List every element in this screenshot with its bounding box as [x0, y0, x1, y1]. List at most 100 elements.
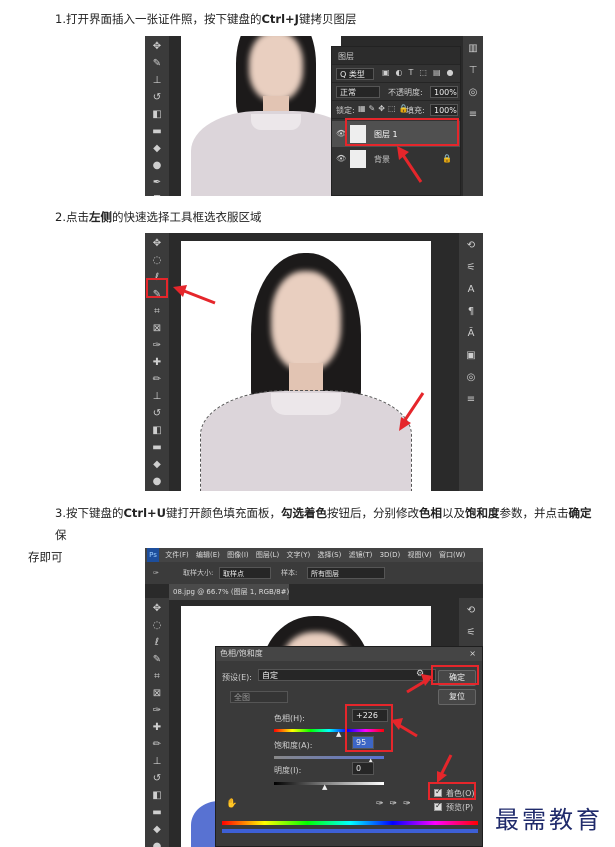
result-spectrum-bar: [222, 829, 478, 833]
artboard-icon[interactable]: ▣: [464, 349, 478, 363]
heal-icon[interactable]: ✚: [150, 356, 164, 370]
lock-icons[interactable]: ▦✎✥⬚🔒: [358, 104, 411, 113]
menu-item[interactable]: 文件(F): [165, 551, 189, 559]
history-brush-icon[interactable]: ↺: [150, 91, 164, 105]
heal-icon[interactable]: ✚: [150, 721, 164, 735]
menu-item[interactable]: 窗口(W): [439, 551, 465, 559]
dodge-icon[interactable]: ●: [150, 840, 164, 847]
highlight-quick-select-tool: [146, 278, 168, 298]
lasso-icon[interactable]: ℓ: [150, 636, 164, 650]
history-brush-icon[interactable]: ↺: [150, 772, 164, 786]
opacity-input[interactable]: 100%: [430, 86, 458, 98]
hue-slider-thumb[interactable]: ▲: [336, 730, 341, 738]
marquee-icon[interactable]: ◌: [150, 619, 164, 633]
lightness-slider-track[interactable]: [274, 782, 384, 785]
stamp-icon[interactable]: ⊥: [150, 390, 164, 404]
arrow-icon: [437, 754, 453, 783]
stamp-icon[interactable]: ⊥: [150, 755, 164, 769]
frame-icon[interactable]: ⊠: [150, 687, 164, 701]
move-icon[interactable]: ✥: [150, 602, 164, 616]
blur-icon[interactable]: ◆: [150, 458, 164, 472]
stamp-icon[interactable]: ⊥: [150, 74, 164, 88]
eyedropper-icon[interactable]: ✑: [150, 704, 164, 718]
gradient-icon[interactable]: ▬: [150, 441, 164, 455]
glyphs-icon[interactable]: Ā: [464, 327, 478, 341]
histogram-icon[interactable]: ▥: [466, 42, 480, 56]
blur-icon[interactable]: ◆: [150, 823, 164, 837]
blend-mode-select[interactable]: 正常: [336, 86, 380, 98]
step-3-b4: 饱和度: [465, 506, 500, 520]
gradient-icon[interactable]: ▬: [150, 125, 164, 139]
brush-icon[interactable]: ✏: [150, 738, 164, 752]
history-icon[interactable]: ⟲: [464, 604, 478, 618]
screenshot-3: Ps 文件(F) 编辑(E) 图像(I) 图层(L) 文字(Y) 选择(S) 滤…: [145, 548, 483, 847]
hand-icon[interactable]: ✋: [226, 799, 237, 809]
brush-icon[interactable]: ✏: [150, 373, 164, 387]
crop-icon[interactable]: ⌗: [150, 305, 164, 319]
history-icon[interactable]: ⟲: [464, 239, 478, 253]
type-icon[interactable]: T: [150, 193, 164, 196]
step-3-b5: 确定: [568, 506, 592, 520]
menu-item[interactable]: 编辑(E): [196, 551, 220, 559]
eraser-icon[interactable]: ◧: [150, 789, 164, 803]
document-tab[interactable]: 08.jpg @ 66.7% (图层 1, RGB/8#) *: [169, 584, 289, 600]
character-icon[interactable]: A: [464, 283, 478, 297]
step-1-post: 键拷贝图层: [298, 12, 357, 26]
preview-label: 预览(P): [446, 803, 474, 812]
dodge-icon[interactable]: ●: [150, 159, 164, 173]
background-layer-name[interactable]: 背景: [374, 154, 390, 165]
preview-checkbox[interactable]: [434, 801, 442, 811]
eyedropper-icons[interactable]: ✑✑✑: [376, 799, 417, 809]
menu-item[interactable]: 图层(L): [256, 551, 279, 559]
channels-icon[interactable]: ≡: [466, 108, 480, 122]
marquee-icon[interactable]: ◌: [150, 254, 164, 268]
crop-icon[interactable]: ⌗: [150, 670, 164, 684]
eyedropper-icon[interactable]: ✑: [153, 562, 159, 584]
arrow-icon: [397, 146, 423, 183]
eyedropper-icon[interactable]: ✑: [150, 339, 164, 353]
lightness-input[interactable]: 0: [352, 762, 374, 775]
properties-icon[interactable]: ⊤: [466, 64, 480, 78]
fill-input[interactable]: 100%: [430, 104, 458, 116]
layer-filter-kind[interactable]: Q 类型: [336, 68, 374, 80]
menu-item[interactable]: 文字(Y): [286, 551, 310, 559]
lightness-slider-thumb[interactable]: ▲: [322, 783, 327, 791]
sample-select[interactable]: 所有图层: [307, 567, 385, 579]
menu-item[interactable]: 视图(V): [408, 551, 432, 559]
quick-selection-icon[interactable]: ✎: [150, 653, 164, 667]
dodge-icon[interactable]: ●: [150, 475, 164, 489]
menu-item[interactable]: 图像(I): [227, 551, 249, 559]
menu-item[interactable]: 选择(S): [317, 551, 341, 559]
eraser-icon[interactable]: ◧: [150, 108, 164, 122]
menu-item[interactable]: 滤镜(T): [349, 551, 373, 559]
canvas-2: [181, 241, 431, 491]
step-3-pre: 3.按下键盘的: [55, 506, 124, 520]
close-icon[interactable]: ×: [469, 647, 476, 661]
adjust-icon[interactable]: ◎: [464, 371, 478, 385]
reset-button[interactable]: 复位: [438, 689, 476, 705]
channel-select[interactable]: 全图: [230, 691, 288, 703]
menu-item[interactable]: 3D(D): [380, 551, 401, 559]
lock-icon: 🔒: [442, 154, 452, 163]
eye-icon[interactable]: 👁: [336, 154, 346, 163]
filter-icons[interactable]: ▣◐T⬚▤●: [382, 68, 460, 77]
eraser-icon[interactable]: ◧: [150, 424, 164, 438]
brush-settings-icon[interactable]: ⚟: [464, 626, 478, 640]
step-2-text: 2.点击左侧的快速选择工具框选衣服区域: [0, 206, 615, 228]
layers-tab[interactable]: 图层: [338, 51, 354, 62]
toolbar: ✥ ✎ ⊥ ↺ ◧ ▬ ◆ ● ✒ T ➤: [145, 36, 169, 196]
blur-icon[interactable]: ◆: [150, 142, 164, 156]
pen-icon[interactable]: ✒: [150, 176, 164, 190]
paragraph-icon[interactable]: ¶: [464, 305, 478, 319]
adjust-icon[interactable]: ◎: [466, 86, 480, 100]
frame-icon[interactable]: ⊠: [150, 322, 164, 336]
gradient-icon[interactable]: ▬: [150, 806, 164, 820]
move-icon[interactable]: ✥: [150, 237, 164, 251]
history-brush-icon[interactable]: ↺: [150, 407, 164, 421]
move-icon[interactable]: ✥: [150, 40, 164, 54]
sample-size-select[interactable]: 取样点: [219, 567, 271, 579]
layers-icon[interactable]: ≡: [464, 393, 478, 407]
brush-icon[interactable]: ✎: [150, 57, 164, 71]
fill-label: 填充:: [406, 106, 425, 115]
brush-settings-icon[interactable]: ⚟: [464, 261, 478, 275]
